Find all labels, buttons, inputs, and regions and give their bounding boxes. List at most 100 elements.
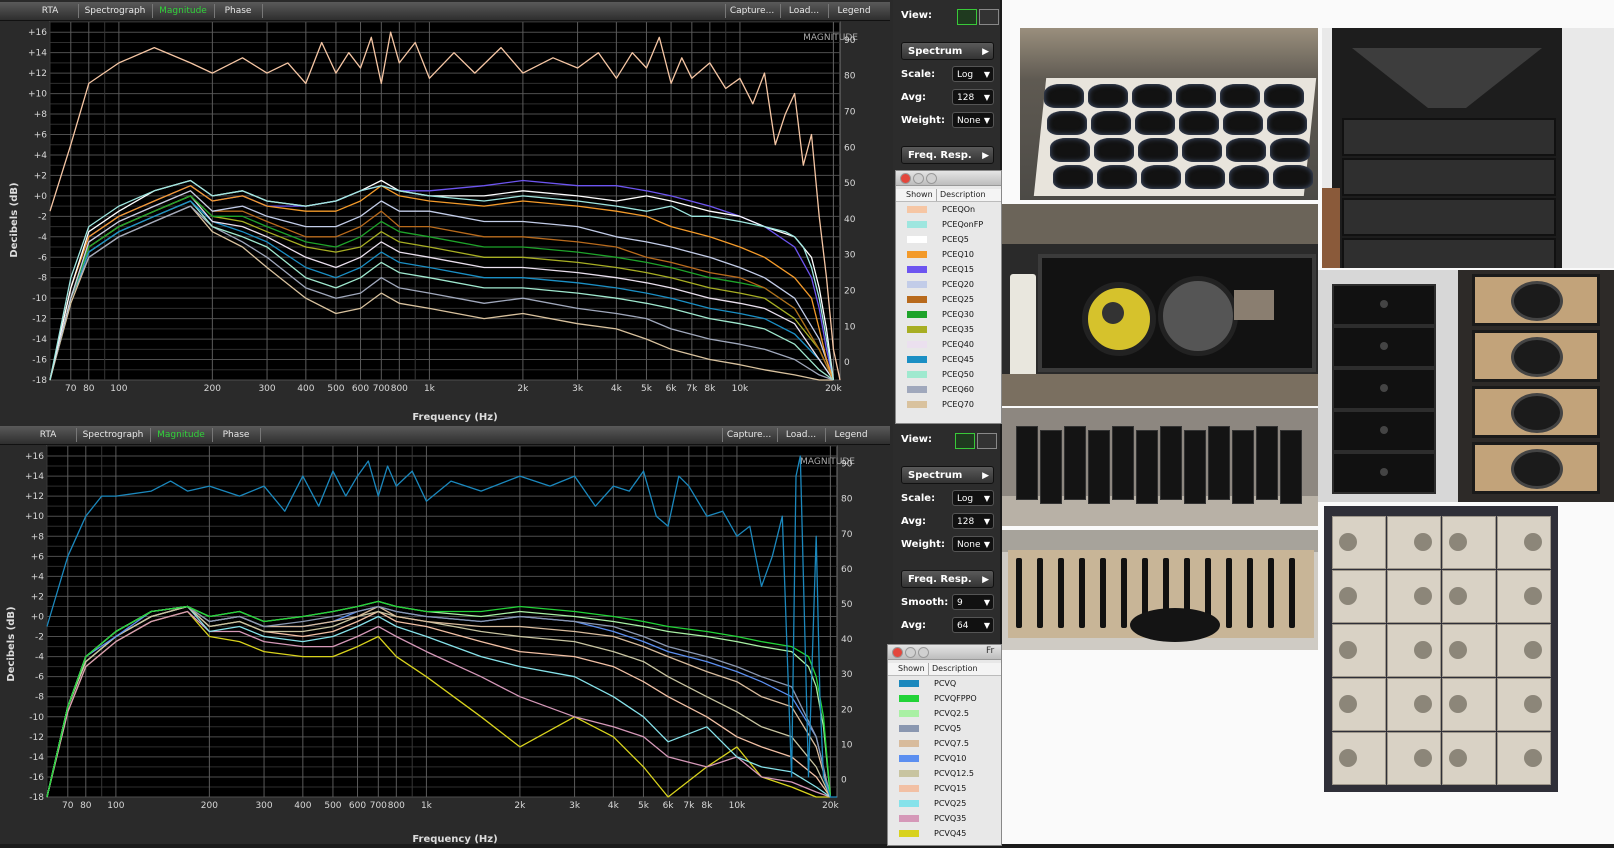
legend-color-swatch[interactable]	[899, 725, 919, 732]
zoom-window-icon[interactable]	[926, 173, 937, 184]
legend-color-swatch[interactable]	[907, 206, 927, 213]
legend-row[interactable]: PCEQ30	[896, 308, 1001, 323]
plywood-panel	[1387, 570, 1441, 623]
legend-row[interactable]: PCEQ20	[896, 278, 1001, 293]
single-view-toggle[interactable]	[957, 9, 977, 25]
legend-row[interactable]: PCEQ25	[896, 293, 1001, 308]
legend-button[interactable]: Legend	[829, 428, 873, 442]
legend-row[interactable]: PCEQOn	[896, 203, 1001, 218]
legend-row[interactable]: PCEQonFP	[896, 218, 1001, 233]
legend-color-swatch[interactable]	[907, 281, 927, 288]
legend-row[interactable]: PCVQ2.5	[888, 707, 1001, 722]
weight-select[interactable]: None ▼	[952, 112, 994, 128]
legend-color-swatch[interactable]	[899, 695, 919, 702]
tab-spectrograph[interactable]: Spectrograph	[80, 428, 146, 442]
legend-color-swatch[interactable]	[899, 830, 919, 837]
legend-color-swatch[interactable]	[907, 341, 927, 348]
magnitude-chart-svg[interactable]: MAGNITUDE Decibels (dB) Frequency (Hz) -…	[0, 20, 890, 424]
weight-select[interactable]: None ▼	[952, 536, 994, 552]
magnitude-chart-svg[interactable]: MAGNITUDE Decibels (dB) Frequency (Hz) -…	[0, 444, 890, 845]
legend-row[interactable]: PCVQ5	[888, 722, 1001, 737]
freq-avg-select[interactable]: 64 ▼	[952, 617, 994, 633]
legend-row[interactable]: PCEQ15	[896, 263, 1001, 278]
close-window-icon[interactable]	[892, 647, 903, 658]
legend-color-swatch[interactable]	[899, 800, 919, 807]
tab-magnitude[interactable]: Magnitude	[155, 4, 211, 18]
legend-row[interactable]: PCVQ12.5	[888, 767, 1001, 782]
tab-phase[interactable]: Phase	[218, 4, 258, 18]
freq-resp-section[interactable]: Freq. Resp. ▶	[901, 570, 994, 588]
close-window-icon[interactable]	[900, 173, 911, 184]
single-view-toggle[interactable]	[955, 433, 975, 449]
legend-color-swatch[interactable]	[907, 401, 927, 408]
legend-color-swatch[interactable]	[907, 386, 927, 393]
legend-color-swatch[interactable]	[899, 785, 919, 792]
capture-button[interactable]: Capture...	[725, 428, 773, 442]
scale-select[interactable]: Log ▼	[952, 490, 994, 506]
spectrum-section[interactable]: Spectrum ▶	[901, 466, 994, 484]
minimize-window-icon[interactable]	[905, 647, 916, 658]
tab-spectrograph[interactable]: Spectrograph	[82, 4, 148, 18]
legend-row[interactable]: PCVQ25	[888, 797, 1001, 812]
legend-color-swatch[interactable]	[907, 371, 927, 378]
legend-row[interactable]: PCEQ35	[896, 323, 1001, 338]
legend-color-swatch[interactable]	[899, 815, 919, 822]
load-button[interactable]: Load...	[784, 4, 824, 18]
x-tick-label: 20k	[825, 384, 842, 394]
legend-row[interactable]: PCEQ40	[896, 338, 1001, 353]
legend-description: PCVQFPPO	[934, 694, 977, 703]
zoom-window-icon[interactable]	[918, 647, 929, 658]
legend-row[interactable]: PCVQ10	[888, 752, 1001, 767]
minimize-window-icon[interactable]	[913, 173, 924, 184]
legend-row[interactable]: PCEQ70	[896, 398, 1001, 413]
tab-phase[interactable]: Phase	[216, 428, 256, 442]
legend-color-swatch[interactable]	[907, 251, 927, 258]
avg-select[interactable]: 128 ▼	[952, 513, 994, 529]
capture-button[interactable]: Capture...	[728, 4, 776, 18]
legend-row[interactable]: PCEQ50	[896, 368, 1001, 383]
tab-rta[interactable]: RTA	[32, 4, 68, 18]
legend-row[interactable]: PCEQ60	[896, 383, 1001, 398]
legend-color-swatch[interactable]	[899, 770, 919, 777]
legend-button[interactable]: Legend	[832, 4, 876, 18]
legend-color-swatch[interactable]	[899, 710, 919, 717]
split-view-toggle[interactable]	[977, 433, 997, 449]
legend-color-swatch[interactable]	[907, 296, 927, 303]
legend-color-swatch[interactable]	[899, 755, 919, 762]
magnitude-plot[interactable]: MAGNITUDE Decibels (dB) Frequency (Hz) -…	[0, 444, 890, 848]
legend-row[interactable]: PCEQ5	[896, 233, 1001, 248]
tab-rta[interactable]: RTA	[30, 428, 66, 442]
legend-row[interactable]: PCVQ	[888, 677, 1001, 692]
spectrum-section[interactable]: Spectrum ▶	[901, 42, 994, 60]
legend-color-swatch[interactable]	[899, 680, 919, 687]
legend-color-swatch[interactable]	[899, 740, 919, 747]
legend-color-swatch[interactable]	[907, 326, 927, 333]
legend-row[interactable]: PCEQ10	[896, 248, 1001, 263]
panel-hole	[1449, 695, 1467, 713]
smooth-label: Smooth:	[901, 597, 949, 608]
magnitude-plot[interactable]: MAGNITUDE Decibels (dB) Frequency (Hz) -…	[0, 20, 890, 428]
scale-select[interactable]: Log ▼	[952, 66, 994, 82]
legend-row[interactable]: PCVQ45	[888, 827, 1001, 842]
coax-cabinet	[1472, 274, 1600, 326]
legend-row[interactable]: PCEQ45	[896, 353, 1001, 368]
split-view-toggle[interactable]	[979, 9, 999, 25]
load-button[interactable]: Load...	[781, 428, 821, 442]
legend-color-swatch[interactable]	[907, 356, 927, 363]
freq-resp-section[interactable]: Freq. Resp. ▶	[901, 146, 994, 164]
legend-row[interactable]: PCVQ7.5	[888, 737, 1001, 752]
legend-color-swatch[interactable]	[907, 221, 927, 228]
avg-select[interactable]: 128 ▼	[952, 89, 994, 105]
legend-row[interactable]: PCVQFPPO	[888, 692, 1001, 707]
y2-tick-label: 70	[841, 530, 853, 540]
legend-row[interactable]: PCVQ15	[888, 782, 1001, 797]
weight-label: Weight:	[901, 115, 945, 126]
legend-color-swatch[interactable]	[907, 311, 927, 318]
x-axis-label: Frequency (Hz)	[412, 834, 497, 844]
legend-description: PCEQ5	[942, 235, 969, 244]
legend-color-swatch[interactable]	[907, 266, 927, 273]
smooth-select[interactable]: 9 ▼	[952, 594, 994, 610]
tab-magnitude[interactable]: Magnitude	[153, 428, 209, 442]
legend-color-swatch[interactable]	[907, 236, 927, 243]
legend-row[interactable]: PCVQ35	[888, 812, 1001, 827]
